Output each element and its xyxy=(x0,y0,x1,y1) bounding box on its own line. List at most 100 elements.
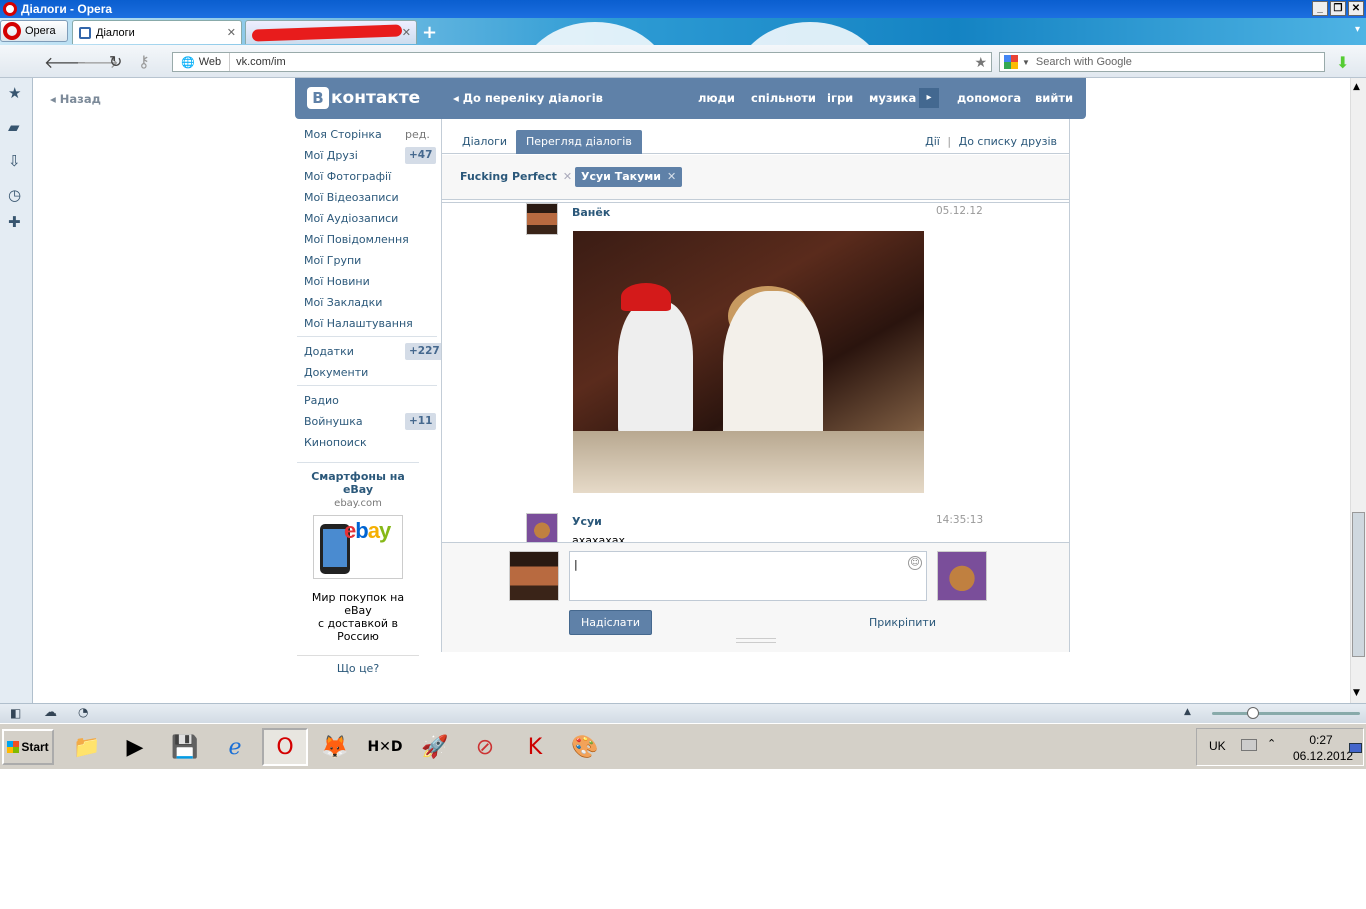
scroll-up-icon[interactable]: ▲ xyxy=(1353,82,1360,92)
explorer-icon[interactable]: 📁 xyxy=(64,728,110,766)
maximize-button[interactable]: ❐ xyxy=(1330,1,1346,16)
view-up-icon[interactable]: ▲ xyxy=(1184,707,1191,717)
save-icon[interactable]: 💾 xyxy=(162,728,208,766)
menu-messages[interactable]: Мої Повідомлення xyxy=(304,233,409,246)
tab-dialogs[interactable]: Діалоги ✕ xyxy=(72,20,242,44)
menu-edit-link[interactable]: ред. xyxy=(405,128,430,141)
friends-badge[interactable]: +47 xyxy=(405,147,437,164)
menu-news[interactable]: Мої Новини xyxy=(304,275,370,288)
ie-icon[interactable]: ℯ xyxy=(212,728,258,766)
close-tab-icon[interactable]: ✕ xyxy=(227,26,236,39)
message-history[interactable]: Ванёк 05.12.12 Усуи 14:35:13 ахахахах xyxy=(442,202,1069,542)
kaspersky-icon[interactable]: K xyxy=(512,728,558,766)
chevron-down-icon[interactable]: ▼ xyxy=(1022,58,1030,67)
menu-settings[interactable]: Мої Налаштування xyxy=(304,317,413,330)
to-friends-link[interactable]: До списку друзів xyxy=(959,135,1057,148)
nav-communities[interactable]: спільноти xyxy=(751,91,816,105)
opera-icon[interactable]: O xyxy=(262,728,308,766)
rocket-icon[interactable]: 🚀 xyxy=(412,728,458,766)
message-input[interactable]: | ☺ xyxy=(569,551,927,601)
vk-logo[interactable]: В контакте xyxy=(307,87,420,109)
menu-friends[interactable]: Мої Друзі xyxy=(304,149,358,162)
menu-documents[interactable]: Документи xyxy=(304,366,368,379)
tab-dialogs-list[interactable]: Діалоги xyxy=(452,130,517,154)
voinushka-badge[interactable]: +11 xyxy=(405,413,437,430)
my-avatar[interactable] xyxy=(509,551,559,601)
clock[interactable]: 0:27 06.12.2012 xyxy=(1293,732,1353,764)
close-window-button[interactable]: ✕ xyxy=(1348,1,1364,16)
panel-toggle-icon[interactable]: ◧ xyxy=(10,706,21,720)
scroll-down-icon[interactable]: ▼ xyxy=(1353,688,1360,698)
keyboard-icon[interactable] xyxy=(1241,739,1257,751)
search-field[interactable]: ▼ Search with Google xyxy=(999,52,1325,72)
menu-audio[interactable]: Мої Аудіозаписи xyxy=(304,212,398,225)
avatar[interactable] xyxy=(526,203,558,235)
menu-voinushka[interactable]: Войнушка xyxy=(304,415,363,428)
actions-link[interactable]: Дії xyxy=(925,135,940,148)
menu-groups[interactable]: Мої Групи xyxy=(304,254,361,267)
new-tab-button[interactable]: + xyxy=(422,22,437,43)
menu-radio[interactable]: Радио xyxy=(304,394,339,407)
address-bar[interactable]: 🌐 Web vk.com/im ★ xyxy=(172,52,992,72)
close-chip-icon[interactable]: ✕ xyxy=(563,170,572,183)
ebay-ad[interactable]: Смартфоны на eBay ebay.com ebay Мир поку… xyxy=(297,470,419,675)
nav-people[interactable]: люди xyxy=(698,91,735,105)
back-to-dialogs-link[interactable]: ◂ До переліку діалогів xyxy=(453,91,603,105)
ad-image[interactable]: ebay xyxy=(313,515,403,579)
avatar[interactable] xyxy=(526,513,558,542)
page-scrollbar[interactable]: ▲ ▼ xyxy=(1350,78,1366,703)
ad-title[interactable]: Смартфоны на eBay xyxy=(297,470,419,496)
url-text[interactable]: vk.com/im xyxy=(230,56,286,68)
menu-apps[interactable]: Додатки xyxy=(304,345,354,358)
downloads-icon[interactable]: ⇩ xyxy=(8,152,21,170)
hxd-icon[interactable]: H✕D xyxy=(362,728,408,766)
unite-cloud-icon[interactable]: ☁ xyxy=(44,705,57,720)
opera-menu-button[interactable]: Opera xyxy=(0,20,68,42)
history-icon[interactable]: ◷ xyxy=(8,186,21,204)
tab-menu-button[interactable]: ▾ xyxy=(1355,24,1360,35)
nav-logout[interactable]: вийти xyxy=(1035,91,1073,105)
scrollbar-thumb[interactable] xyxy=(1352,512,1365,657)
menu-photos[interactable]: Мої Фотографії xyxy=(304,170,391,183)
web-badge[interactable]: 🌐 Web xyxy=(173,53,231,71)
close-tab-icon[interactable]: ✕ xyxy=(402,26,411,39)
message-author[interactable]: Ванёк xyxy=(572,206,610,219)
minimize-button[interactable]: _ xyxy=(1312,1,1328,16)
menu-my-page[interactable]: Моя Сторінка xyxy=(304,128,382,141)
back-link[interactable]: ◂ Назад xyxy=(50,92,101,106)
zoom-slider-knob[interactable] xyxy=(1247,707,1259,719)
language-indicator[interactable]: UK xyxy=(1209,739,1226,753)
zoom-slider[interactable] xyxy=(1212,712,1360,715)
start-button[interactable]: Start xyxy=(2,729,54,765)
resize-grip[interactable] xyxy=(736,638,776,643)
close-chip-icon[interactable]: ✕ xyxy=(667,170,676,183)
message-author[interactable]: Усуи xyxy=(572,515,602,528)
turbo-icon[interactable]: ◔ xyxy=(78,705,88,719)
attach-link[interactable]: Прикріпити xyxy=(869,616,936,629)
paint-icon[interactable]: 🎨 xyxy=(562,728,608,766)
media-player-icon[interactable]: ▶ xyxy=(112,728,158,766)
send-button[interactable]: Надіслати xyxy=(569,610,652,635)
ad-what-link[interactable]: Що це? xyxy=(297,655,419,675)
menu-bookmarks[interactable]: Мої Закладки xyxy=(304,296,382,309)
key-icon[interactable]: ⚷ xyxy=(138,52,150,71)
recipient-avatar[interactable] xyxy=(937,551,987,601)
notes-icon[interactable]: ▰ xyxy=(8,118,20,136)
nav-games[interactable]: ігри xyxy=(827,91,853,105)
download-icon[interactable]: ⬇ xyxy=(1336,53,1349,72)
nav-music[interactable]: музика xyxy=(869,91,916,105)
bookmarks-icon[interactable]: ★ xyxy=(8,84,21,102)
chip-fucking-perfect[interactable]: Fucking Perfect ✕ xyxy=(454,167,578,187)
tab-redacted[interactable]: ✕ xyxy=(245,20,417,44)
chip-usui-takumi[interactable]: Усуи Такуми ✕ xyxy=(575,167,683,187)
tab-view-dialogs[interactable]: Перегляд діалогів xyxy=(516,130,642,154)
menu-kinopoisk[interactable]: Кинопоиск xyxy=(304,436,367,449)
nav-help[interactable]: допомога xyxy=(957,91,1021,105)
add-panel-icon[interactable]: ✚ xyxy=(8,213,21,231)
menu-videos[interactable]: Мої Відеозаписи xyxy=(304,191,399,204)
firefox-icon[interactable]: 🦊 xyxy=(312,728,358,766)
chevron-up-icon[interactable]: ⌃ xyxy=(1267,737,1276,750)
cleaner-icon[interactable]: ⊘ xyxy=(462,728,508,766)
smile-icon[interactable]: ☺ xyxy=(908,556,922,570)
music-play-icon[interactable]: ▸ xyxy=(919,88,939,108)
